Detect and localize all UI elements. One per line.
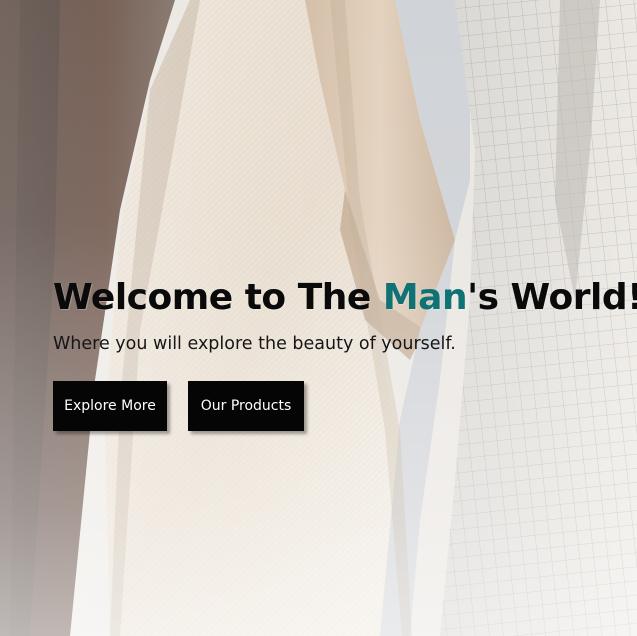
hero-content: Welcome to The Man's World! Where you wi… <box>53 272 637 431</box>
hero-subtitle: Where you will explore the beauty of you… <box>53 334 456 354</box>
hero-headline: Welcome to The Man's World! <box>53 272 637 324</box>
headline-text-start: Welcome to The <box>53 277 383 318</box>
headline-text-end: 's World! <box>467 277 637 318</box>
explore-more-button[interactable]: Explore More <box>53 381 167 431</box>
hero-section: Welcome to The Man's World! Where you wi… <box>0 0 637 636</box>
headline-accent-word: Man <box>382 277 468 318</box>
our-products-button[interactable]: Our Products <box>188 381 304 431</box>
hero-buttons: Explore More Our Products <box>53 381 633 431</box>
